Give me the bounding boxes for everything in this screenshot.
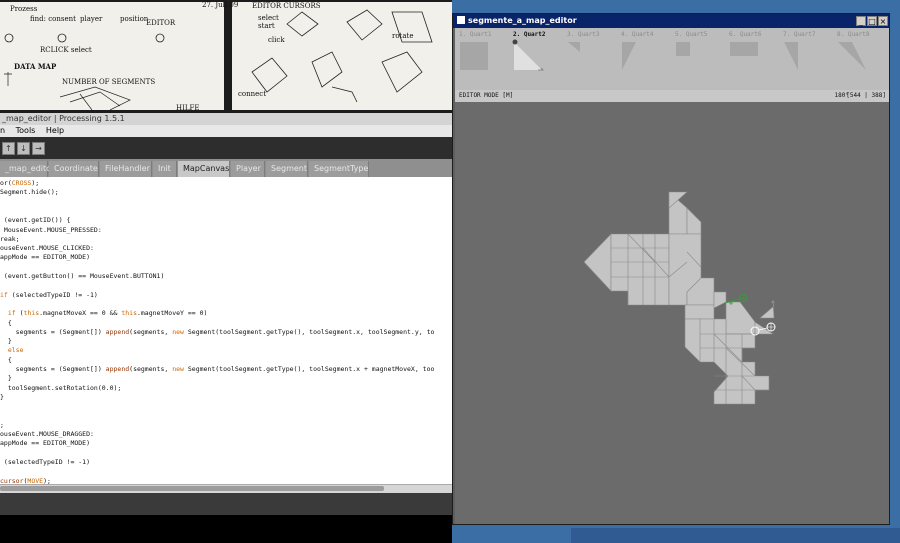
menu-item-tools[interactable]: Tools xyxy=(16,126,36,135)
tab-mapcanvas[interactable]: MapCanvas xyxy=(178,161,230,177)
code-line: MouseEvent.MOUSE_PRESSED: xyxy=(0,225,102,234)
tab-map-editor[interactable]: _map_editor xyxy=(0,161,54,177)
code-line: { xyxy=(0,355,12,364)
map-segment xyxy=(610,233,670,306)
tab-player[interactable]: Player xyxy=(231,161,265,177)
code-line: } xyxy=(0,337,12,346)
segment-type-palette: 1. Quart1 2. Quart2 3. Quart3 4. Quart4 … xyxy=(455,28,889,90)
close-icon[interactable]: × xyxy=(878,16,888,26)
quart-8-swatch xyxy=(838,42,866,70)
ide-title-bar: _map_editor | Processing 1.5.1 xyxy=(0,113,452,125)
editor-title-bar: segmente_a_map_editor xyxy=(453,14,889,28)
notebook-sketch xyxy=(4,33,165,110)
ide-tab-bar: _map_editor Coordinate FileHandler Init … xyxy=(0,159,452,177)
quart-4-swatch xyxy=(622,42,636,70)
code-line: if (selectedTypeID != -1) xyxy=(0,290,98,299)
code-line: ouseEvent.MOUSE_CLICKED: xyxy=(0,244,94,253)
open-icon[interactable]: ↑ xyxy=(2,142,15,155)
quart-3-swatch xyxy=(568,42,580,52)
code-line: (selectedTypeID != -1) xyxy=(0,458,91,466)
save-icon[interactable]: ↓ xyxy=(17,142,30,155)
code-line: appMode == EDITOR_MODE) xyxy=(0,439,91,448)
export-icon[interactable]: → xyxy=(32,142,45,155)
code-line: } xyxy=(0,392,4,401)
code-line: ouseEvent.MOUSE_DRAGGED: xyxy=(0,430,94,439)
scrollbar-thumb[interactable] xyxy=(0,486,384,491)
code-line: if (this.magnetMoveX == 0 && this.magnet… xyxy=(7,309,208,318)
code-line: else xyxy=(7,346,24,355)
map-segments[interactable] xyxy=(455,102,889,524)
segment-swatches xyxy=(460,39,866,71)
notebook-photo: Prozess find: consent player position ED… xyxy=(0,0,452,113)
code-line: ; xyxy=(0,420,4,429)
notebook-diagrams xyxy=(251,9,433,103)
map-canvas[interactable] xyxy=(455,102,889,524)
quart-1-swatch xyxy=(460,42,488,70)
code-line: cursor(MOVE); xyxy=(0,476,51,484)
placed-segments xyxy=(583,191,775,405)
quart-6-swatch xyxy=(730,42,758,56)
code-line: or(CROSS); xyxy=(0,179,40,187)
code-line: segments = (Segment[]) append(segments, … xyxy=(0,327,435,336)
ide-menu-bar: n Tools Help xyxy=(0,125,452,137)
quart-7-swatch xyxy=(784,42,798,70)
code-editor[interactable]: or(CROSS); Segment.hide(); (event.getID()… xyxy=(0,177,452,484)
code-line: (event.getButton() == MouseEvent.BUTTON1… xyxy=(0,272,165,280)
map-segment xyxy=(713,291,727,309)
code-line: appMode == EDITOR_MODE) xyxy=(0,253,91,262)
code-line: segments = (Segment[]) append(segments, … xyxy=(0,365,435,373)
map-segment xyxy=(725,301,756,335)
code-line: (event.getID()) { xyxy=(0,216,71,225)
map-segment xyxy=(759,301,775,319)
taskbar-strip xyxy=(571,528,900,543)
menu-item-help[interactable]: Help xyxy=(46,126,64,135)
minimize-icon[interactable]: _ xyxy=(856,16,866,26)
map-editor-window: segmente_a_map_editor _ □ × 1. Quart1 2.… xyxy=(452,13,890,525)
quart-2-swatch xyxy=(514,42,542,70)
processing-ide-window: _map_editor | Processing 1.5.1 n Tools H… xyxy=(0,113,452,543)
code-line: { xyxy=(0,318,12,327)
app-icon xyxy=(457,16,465,24)
map-segment xyxy=(686,207,702,235)
code-line: toolSegment.setRotation(0.0); xyxy=(0,383,122,392)
quart-5-swatch xyxy=(676,42,690,56)
tab-filehandler[interactable]: FileHandler xyxy=(100,161,152,177)
code-line: reak; xyxy=(0,234,20,243)
tab-coordinate[interactable]: Coordinate xyxy=(49,161,99,177)
coordinate-readout: [544 | 388] xyxy=(846,92,886,99)
quart-2-handle xyxy=(512,39,518,45)
tab-segmenttype[interactable]: SegmentType xyxy=(309,161,369,177)
menu-item-sketch[interactable]: n xyxy=(0,126,5,135)
editor-status-bar: EDITOR MODE [M] 180° [544 | 388] xyxy=(455,90,889,102)
notebook-page-left: Prozess find: consent player position ED… xyxy=(0,2,224,112)
map-segment xyxy=(583,233,612,292)
code-line: } xyxy=(0,374,12,383)
ide-console xyxy=(0,515,452,543)
notebook-page-right: EDITOR CURSORS 27. Juli 09 select start … xyxy=(202,1,452,110)
tab-init[interactable]: Init xyxy=(153,161,177,177)
editor-title: segmente_a_map_editor xyxy=(468,16,577,25)
editor-mode-label: EDITOR MODE [M] xyxy=(459,92,514,99)
horizontal-scrollbar[interactable] xyxy=(0,484,452,493)
tab-segment[interactable]: Segment xyxy=(266,161,308,177)
ide-message-area xyxy=(0,493,452,515)
code-line: Segment.hide(); xyxy=(0,188,59,197)
maximize-icon[interactable]: □ xyxy=(867,16,877,26)
map-segment xyxy=(684,304,715,320)
